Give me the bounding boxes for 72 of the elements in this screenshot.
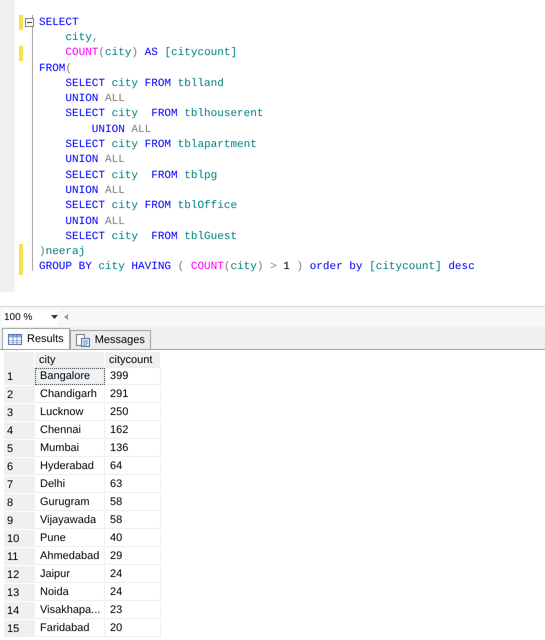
- code-line: SELECT city FROM tblpg: [64, 170, 218, 182]
- table-cell: 29: [105, 548, 161, 565]
- table-cell: 23: [105, 602, 161, 619]
- row-number: 3: [4, 404, 35, 422]
- grid-icon: [8, 334, 22, 344]
- row-number: 9: [4, 512, 35, 530]
- table-cell: Noida: [35, 584, 105, 601]
- row-number: 13: [4, 584, 35, 602]
- row-number: 1: [4, 368, 35, 386]
- table-cell: Ahmedabad: [35, 548, 105, 565]
- table-cell: Gurugram: [35, 494, 105, 511]
- results-tab[interactable]: Results: [2, 328, 70, 349]
- table-cell: Chennai: [35, 422, 105, 439]
- column-header[interactable]: citycount: [105, 352, 161, 368]
- code-line: UNION ALL: [64, 216, 125, 228]
- table-cell: 63: [105, 476, 161, 493]
- table-cell: 250: [105, 404, 161, 421]
- code-line: UNION ALL: [64, 184, 125, 197]
- code-line: FROM(: [39, 62, 72, 75]
- scroll-left-icon[interactable]: [64, 314, 68, 320]
- table-cell: 291: [105, 386, 161, 403]
- code-line: )neeraj: [39, 246, 86, 258]
- table-cell: 64: [105, 458, 161, 475]
- code-line: COUNT(city) AS [citycount]: [64, 47, 238, 60]
- row-number: 12: [4, 566, 35, 584]
- zoom-dropdown[interactable]: 100 %: [2, 308, 58, 326]
- code-line: UNION ALL: [64, 154, 125, 166]
- caret-icon: [51, 315, 58, 319]
- table-cell: 20: [105, 620, 161, 637]
- table-cell: Jaipur: [35, 566, 105, 583]
- table-cell: Lucknow: [35, 404, 105, 421]
- code-line: UNION ALL: [64, 93, 125, 106]
- table-cell: 40: [105, 530, 161, 547]
- code-line: GROUP BY city HAVING ( COUNT(city) > 1 ) order by [citycount] desc: [39, 261, 475, 274]
- row-number: 2: [4, 386, 35, 404]
- code-line: SELECT: [39, 16, 79, 29]
- code-line: SELECT city FROM tblGuest: [64, 230, 238, 243]
- table-cell: 58: [105, 494, 161, 511]
- row-number: 6: [4, 458, 35, 476]
- table-cell: 399: [105, 368, 161, 385]
- table-cell: Bangalore: [35, 368, 105, 385]
- table-cell: Delhi: [35, 476, 105, 493]
- code-line: SELECT city FROM tblOffice: [64, 200, 238, 212]
- row-number: 8: [4, 494, 35, 512]
- row-number: 14: [4, 602, 35, 620]
- row-number: 5: [4, 440, 35, 458]
- table-cell: 58: [105, 512, 161, 529]
- table-cell: 162: [105, 422, 161, 439]
- table-cell: Vijayawada: [35, 512, 105, 529]
- table-cell: 24: [105, 566, 161, 583]
- row-number: 10: [4, 530, 35, 548]
- table-cell: Visakhapa...: [35, 602, 105, 619]
- code-line: SELECT city FROM tblhouserent: [64, 108, 264, 120]
- document-icon: [76, 334, 90, 346]
- results-tab[interactable]: Messages: [70, 330, 151, 349]
- table-cell: Mumbai: [35, 440, 105, 457]
- code-line: SELECT city FROM tblland: [64, 78, 224, 90]
- row-number: 11: [4, 548, 35, 566]
- table-cell: Hyderabad: [35, 458, 105, 475]
- table-cell: Pune: [35, 530, 105, 547]
- code-line: city,: [64, 32, 98, 44]
- table-cell: 24: [105, 584, 161, 601]
- row-number: 7: [4, 476, 35, 494]
- code-line: SELECT city FROM tblapartment: [64, 139, 257, 152]
- table-cell: Chandigarh: [35, 386, 105, 403]
- collapse-icon[interactable]: [25, 18, 34, 28]
- row-number: 4: [4, 422, 35, 440]
- table-cell: Faridabad: [35, 620, 105, 637]
- table-cell: 136: [105, 440, 161, 457]
- column-header[interactable]: city: [35, 352, 105, 368]
- row-number: 15: [4, 620, 35, 638]
- code-line: UNION ALL: [90, 124, 152, 136]
